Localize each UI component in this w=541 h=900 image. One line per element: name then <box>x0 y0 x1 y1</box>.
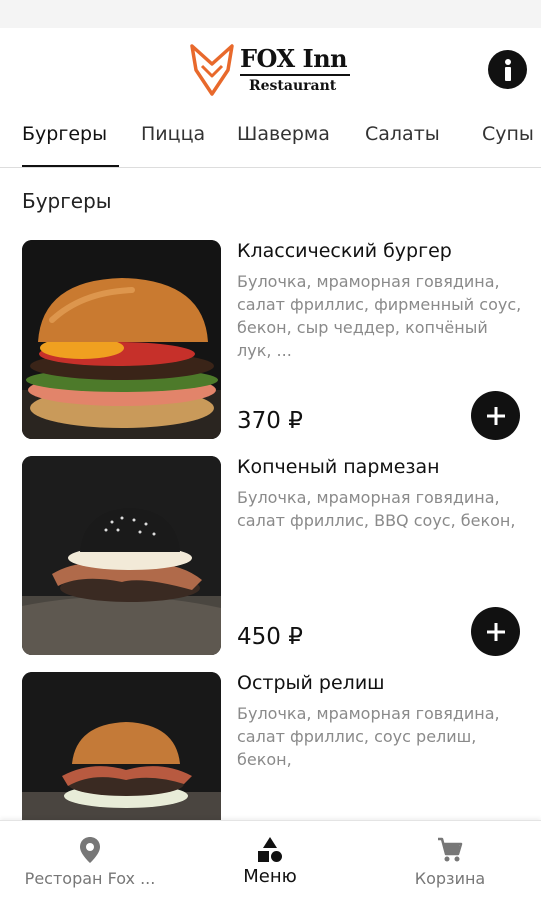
restaurant-logo: FOX Inn Restaurant <box>188 42 358 98</box>
info-button[interactable] <box>488 50 527 89</box>
bottom-navigation: Ресторан Fox ... Меню Корзина <box>0 820 541 900</box>
menu-item[interactable]: Классический бургер Булочка, мраморная г… <box>0 240 541 440</box>
tab-pizza[interactable]: Пицца <box>141 123 205 145</box>
cart-icon <box>435 835 465 865</box>
item-description: Булочка, мраморная говядина, салат фрилл… <box>237 488 516 530</box>
shapes-icon <box>255 835 285 865</box>
tab-shawarma[interactable]: Шаверма <box>237 123 330 145</box>
nav-label: Ресторан Fox ... <box>24 869 156 888</box>
menu-item[interactable]: Копченый пармезан Булочка, мраморная гов… <box>0 456 541 656</box>
burger-image <box>22 456 221 655</box>
item-name: Острый релиш <box>237 672 385 694</box>
logo-name: FOX Inn <box>240 44 348 73</box>
item-name: Классический бургер <box>237 240 452 262</box>
logo-divider <box>240 74 350 76</box>
burger-image <box>22 240 221 439</box>
tab-soups[interactable]: Супы <box>482 123 534 145</box>
item-price: 370 ₽ <box>237 408 303 434</box>
nav-label: Корзина <box>414 869 486 888</box>
info-icon <box>504 58 511 81</box>
active-tab-indicator <box>22 165 119 167</box>
plus-icon <box>486 406 505 425</box>
tab-burgers[interactable]: Бургеры <box>22 123 107 145</box>
nav-cart[interactable]: Корзина <box>360 821 540 900</box>
nav-restaurant[interactable]: Ресторан Fox ... <box>0 821 180 900</box>
nav-menu[interactable]: Меню <box>180 821 360 900</box>
item-price: 450 ₽ <box>237 624 303 650</box>
nav-label: Меню <box>243 866 297 887</box>
status-bar <box>0 0 541 28</box>
item-description: Булочка, мраморная говядина, салат фрилл… <box>237 704 500 769</box>
fox-logo-icon <box>190 44 234 96</box>
tab-salads[interactable]: Салаты <box>365 123 440 145</box>
item-name: Копченый пармезан <box>237 456 440 478</box>
logo-subtitle: Restaurant <box>249 78 337 94</box>
add-to-cart-button[interactable] <box>471 607 520 656</box>
section-title: Бургеры <box>22 189 112 213</box>
app-header: FOX Inn Restaurant <box>0 28 541 108</box>
plus-icon <box>486 622 505 641</box>
item-description: Булочка, мраморная говядина, салат фрилл… <box>237 272 522 360</box>
add-to-cart-button[interactable] <box>471 391 520 440</box>
location-pin-icon <box>75 835 105 865</box>
category-tabs: Бургеры Пицца Шаверма Салаты Супы <box>0 108 541 168</box>
